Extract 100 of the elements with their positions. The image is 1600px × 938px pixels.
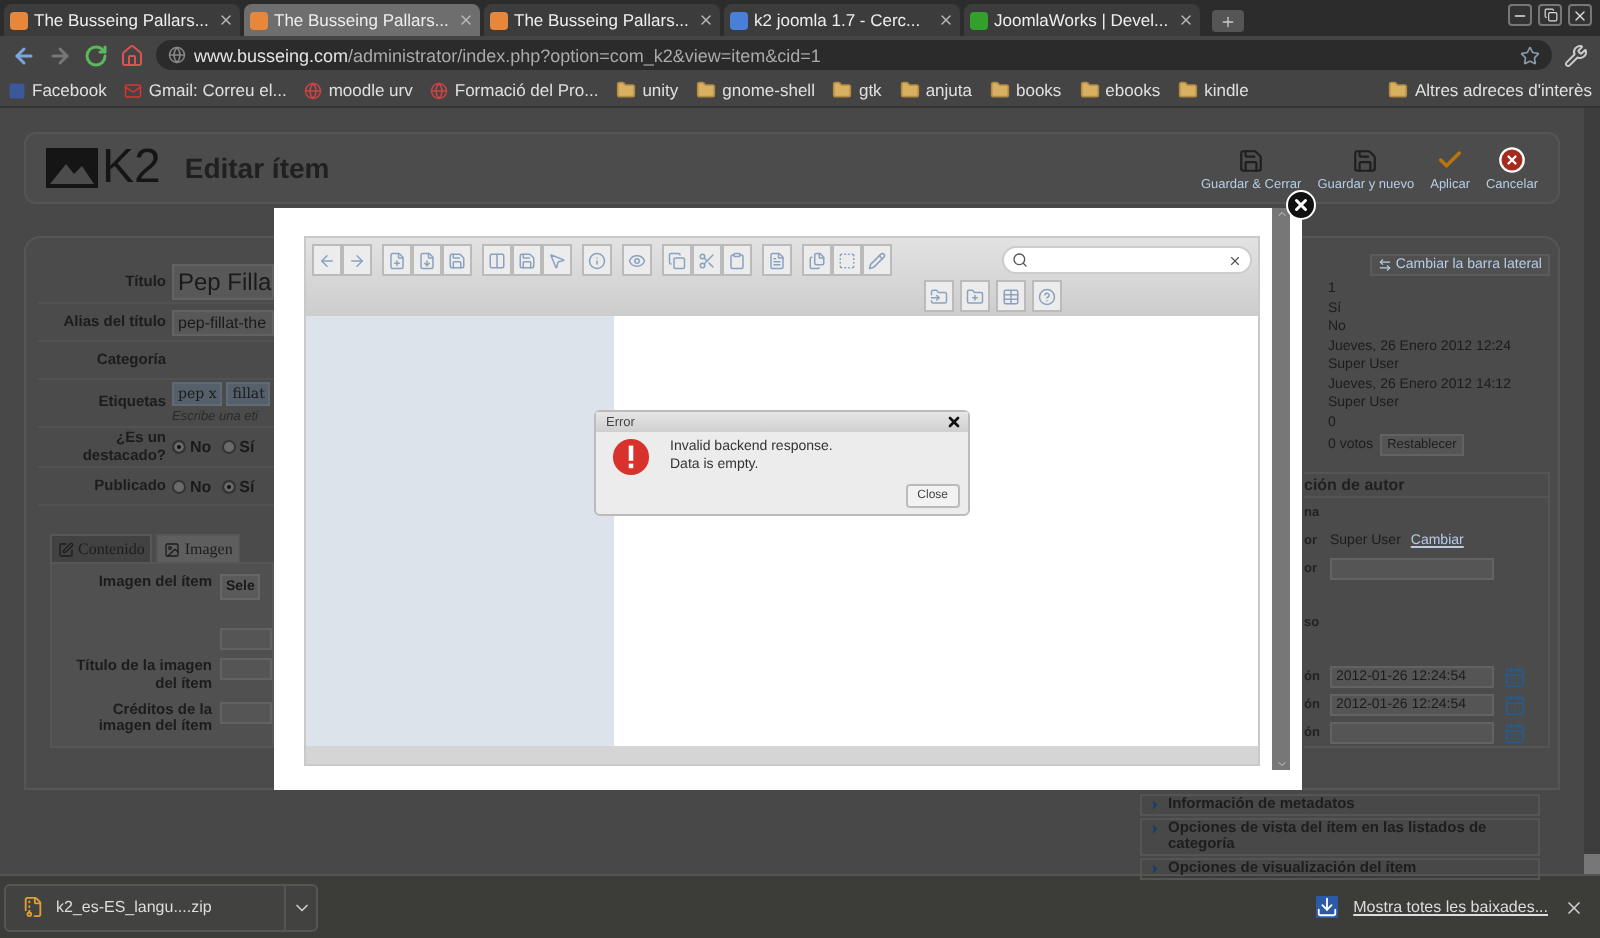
toolbar-button[interactable] — [542, 244, 572, 276]
file-down-icon — [418, 251, 436, 269]
show-downloads-link[interactable]: Mostra totes les baixades... — [1353, 898, 1548, 916]
bookmark[interactable]: kindle — [1178, 80, 1249, 100]
toolbar-button[interactable] — [960, 280, 990, 312]
close-icon[interactable] — [1178, 12, 1194, 28]
check-icon — [1436, 145, 1465, 173]
bookmark[interactable]: anjuta — [899, 80, 972, 100]
radio-button[interactable] — [172, 479, 186, 494]
favicon-icon — [250, 11, 268, 29]
bookmark[interactable]: gnome-shell — [696, 80, 815, 100]
close-button[interactable] — [1568, 4, 1592, 26]
folder-icon — [899, 80, 920, 100]
toolbar-button[interactable] — [342, 244, 372, 276]
toolbar-button[interactable] — [622, 244, 652, 276]
help-icon — [1038, 287, 1056, 305]
toolbar-button[interactable] — [832, 244, 862, 276]
close-icon[interactable] — [1564, 897, 1584, 917]
clear-icon[interactable] — [1228, 253, 1242, 267]
bookmark[interactable]: books — [989, 80, 1062, 100]
bookmark-folder[interactable]: Altres adreces d'interès — [1388, 80, 1592, 100]
image-icon — [164, 541, 181, 558]
document-icon — [768, 251, 786, 269]
arrows-icon — [1377, 258, 1392, 272]
toolbar-button[interactable] — [802, 244, 832, 276]
folder-import-icon — [930, 287, 948, 305]
eye-icon — [628, 251, 646, 269]
address-field[interactable]: www.busseing.com/administrator/index.php?option=com_k2&view=item&cid=1 — [156, 40, 1552, 70]
search-field[interactable] — [1002, 246, 1252, 274]
search-icon — [1012, 252, 1028, 268]
download-icon — [1315, 896, 1338, 918]
toolbar-button[interactable] — [442, 244, 472, 276]
toolbar-button[interactable] — [722, 244, 752, 276]
plus-icon — [1220, 13, 1236, 29]
new-file-icon — [388, 251, 406, 269]
close-icon[interactable] — [218, 12, 234, 28]
back-icon — [318, 251, 336, 269]
table-icon — [1002, 287, 1020, 305]
scroll-down-icon[interactable] — [1275, 758, 1287, 770]
radio-button[interactable] — [221, 440, 236, 455]
save-icon — [448, 251, 466, 269]
toolbar-button[interactable] — [382, 244, 412, 276]
wrench-icon[interactable] — [1564, 43, 1588, 67]
toolbar-button[interactable] — [582, 244, 612, 276]
files-icon — [808, 251, 826, 269]
star-icon[interactable] — [1520, 45, 1540, 65]
bookmark[interactable]: ebooks — [1079, 80, 1161, 100]
browser-tab[interactable]: The Busseing Pallars... — [4, 4, 240, 36]
maximize-button[interactable] — [1538, 4, 1562, 26]
toolbar-button[interactable] — [412, 244, 442, 276]
back-icon[interactable] — [12, 43, 36, 67]
folder-add-icon — [966, 287, 984, 305]
toolbar-button[interactable] — [512, 244, 542, 276]
text-input[interactable] — [220, 701, 272, 723]
calendar-icon[interactable] — [1504, 693, 1526, 715]
toolbar-button[interactable] — [762, 244, 792, 276]
toolbar-button[interactable] — [924, 280, 954, 312]
toolbar-button[interactable] — [862, 244, 892, 276]
browser-tab[interactable]: The Busseing Pallars... — [244, 4, 480, 36]
edit-icon — [58, 541, 74, 558]
toolbar-button[interactable] — [692, 244, 722, 276]
bookmark[interactable]: moodle urv — [304, 80, 413, 100]
close-icon[interactable] — [938, 12, 954, 28]
scroll-up-icon[interactable] — [1275, 208, 1287, 220]
toolbar-button[interactable] — [1032, 280, 1062, 312]
scroll-bar[interactable] — [1272, 208, 1290, 770]
clipboard-icon — [728, 251, 746, 269]
browser-tab[interactable]: JoomlaWorks | Devel... — [964, 4, 1200, 36]
toolbar-button[interactable] — [996, 280, 1026, 312]
image-input[interactable] — [220, 628, 272, 651]
globe-icon — [430, 81, 449, 99]
dashed-square-icon — [838, 251, 856, 269]
text-input[interactable] — [220, 658, 272, 681]
minimize-button[interactable] — [1508, 4, 1532, 26]
radio-button[interactable] — [221, 479, 236, 494]
bookmark[interactable]: unity — [616, 80, 679, 100]
download-item[interactable]: k2_es-ES_langu....zip — [4, 883, 318, 931]
toolbar-button[interactable] — [312, 244, 342, 276]
browser-tab[interactable]: The Busseing Pallars... — [484, 4, 720, 36]
home-icon[interactable] — [120, 43, 144, 67]
folder-icon — [1388, 80, 1409, 100]
toolbar-button[interactable] — [482, 244, 512, 276]
bookmark[interactable]: Formació del Pro... — [430, 80, 599, 100]
bookmark[interactable]: gtk — [832, 80, 882, 100]
browser-tab[interactable]: k2 joomla 1.7 - Cerc... — [724, 4, 960, 36]
scissors-icon — [698, 251, 716, 269]
folder-icon — [696, 80, 717, 100]
bookmark[interactable]: Gmail: Correu el... — [124, 80, 287, 100]
radio-button[interactable] — [172, 440, 186, 455]
folder-icon — [989, 80, 1010, 100]
forward-icon[interactable] — [48, 43, 72, 67]
reload-icon[interactable] — [84, 43, 108, 67]
calendar-icon[interactable] — [1504, 721, 1526, 743]
bookmark[interactable]: Facebook — [8, 80, 107, 100]
close-icon[interactable] — [698, 12, 714, 28]
close-icon[interactable] — [946, 414, 962, 430]
new-tab-button[interactable] — [1212, 10, 1244, 32]
calendar-icon[interactable] — [1504, 665, 1526, 687]
toolbar-button[interactable] — [662, 244, 692, 276]
scroll-bar[interactable] — [1584, 108, 1600, 874]
